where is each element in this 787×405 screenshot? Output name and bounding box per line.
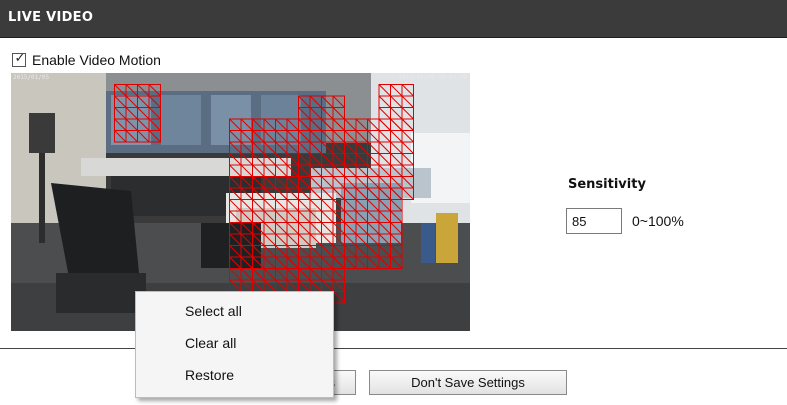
enable-video-motion-checkbox[interactable]: ✓ [12, 51, 26, 67]
section-header: LIVE VIDEO [0, 0, 787, 38]
motion-grid-cell-diagonal [355, 153, 368, 166]
motion-grid-cell-diagonal [309, 153, 322, 166]
sensitivity-label: Sensitivity [568, 177, 646, 192]
sensitivity-range-label: 0~100% [632, 213, 684, 229]
motion-grid-cell-diagonal [332, 141, 345, 154]
dont-save-settings-button[interactable]: Don't Save Settings [369, 370, 567, 395]
enable-video-motion-label[interactable]: Enable Video Motion [32, 52, 161, 68]
context-menu: Select all Clear all Restore [135, 291, 334, 398]
motion-grid-cell-diagonal [263, 176, 276, 189]
motion-grid-cell-diagonal [344, 153, 357, 166]
motion-grid-cell-diagonal [286, 176, 299, 189]
menu-item-select-all[interactable]: Select all [136, 298, 333, 330]
motion-grid-cell-diagonal [275, 176, 288, 189]
section-divider [0, 348, 787, 349]
motion-grid-cell-diagonal [344, 141, 357, 154]
live-video-page: LIVE VIDEO ✓ Enable Video Motion 2015/01… [0, 0, 787, 405]
checkmark-icon: ✓ [14, 51, 26, 66]
motion-grid-cell-diagonal [321, 153, 334, 166]
motion-grid-cell-diagonal [355, 141, 368, 154]
motion-grid-cell-diagonal [298, 176, 311, 189]
sensitivity-input[interactable] [566, 208, 622, 234]
section-title: LIVE VIDEO [8, 10, 94, 25]
menu-item-restore[interactable]: Restore [136, 362, 333, 394]
menu-item-clear-all[interactable]: Clear all [136, 330, 333, 362]
motion-grid-cell-diagonal [298, 164, 311, 177]
video-timestamp-right: 2015/01/05 10:02:39 [398, 74, 467, 81]
motion-grid-cell-diagonal [298, 153, 311, 166]
motion-grid-cell-diagonal [332, 153, 345, 166]
video-timestamp-left: 2015/01/05 [13, 74, 50, 81]
enable-video-motion-row: ✓ Enable Video Motion [12, 51, 161, 68]
